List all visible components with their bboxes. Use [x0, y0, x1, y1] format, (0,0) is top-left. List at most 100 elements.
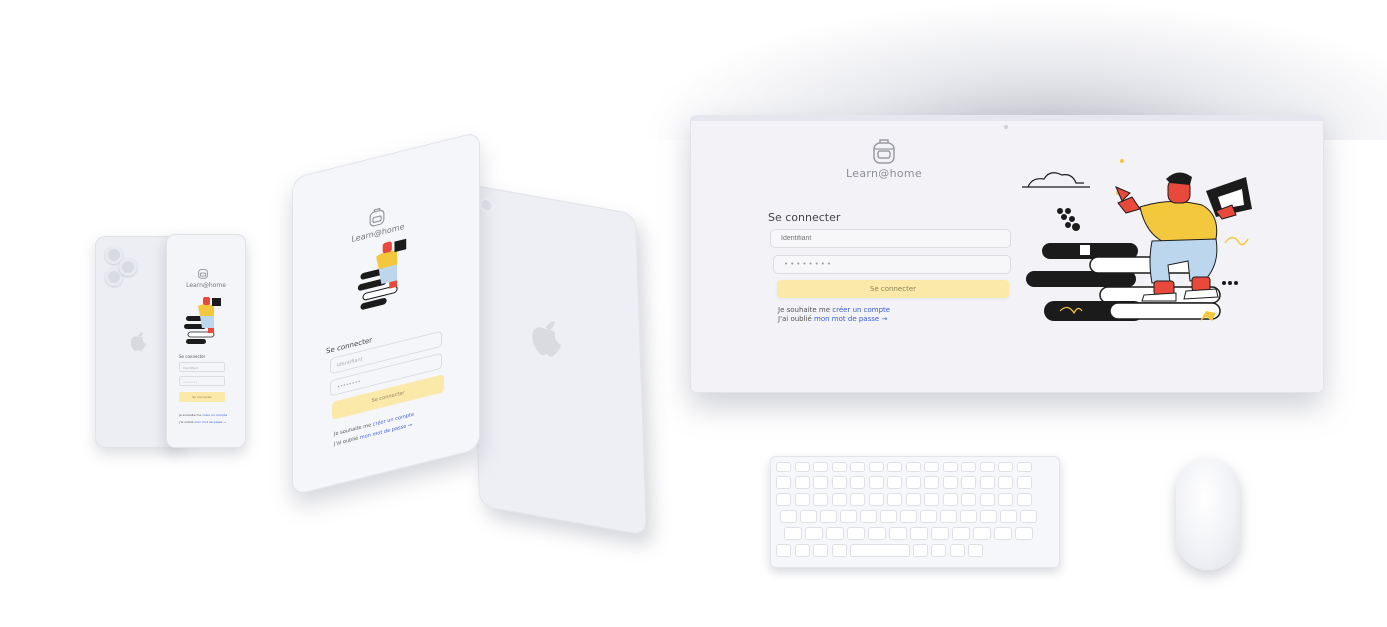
keyboard-key[interactable]	[905, 476, 921, 489]
keyboard-key[interactable]	[942, 476, 958, 489]
keyboard-key[interactable]	[979, 476, 995, 489]
keyboard-key[interactable]	[887, 476, 902, 489]
keyboard-key[interactable]	[776, 462, 791, 472]
keyboard-key[interactable]	[880, 510, 897, 523]
keyboard-key[interactable]	[776, 476, 791, 489]
keyboard-key[interactable]	[868, 493, 884, 506]
keyboard-key[interactable]	[805, 527, 823, 540]
keyboard-key[interactable]	[998, 493, 1013, 506]
login-title: Se connecter	[179, 354, 206, 359]
keyboard-key[interactable]	[961, 476, 976, 489]
backpack-icon	[198, 269, 208, 279]
keyboard-key[interactable]	[1016, 476, 1032, 489]
reading-character-illustration	[184, 297, 221, 344]
keyboard-key[interactable]	[910, 527, 928, 540]
username-input[interactable]	[770, 229, 1011, 248]
backpack-icon	[873, 139, 895, 164]
keyboard-key[interactable]	[776, 544, 791, 557]
keyboard-key[interactable]	[780, 510, 797, 523]
password-input[interactable]: ••••••••	[773, 255, 1011, 274]
keyboard-key[interactable]	[850, 493, 865, 506]
signup-prefix: Je souhaite me	[179, 413, 202, 417]
arrow-right-icon: →	[407, 422, 413, 430]
keyboard-key[interactable]	[820, 510, 837, 523]
phone-screen: Learn@home Se connecter Identifiant ••••…	[166, 234, 246, 448]
keyboard-key[interactable]	[1016, 462, 1032, 472]
keyboard-key[interactable]	[924, 476, 939, 489]
apple-logo-icon	[532, 321, 562, 357]
keyboard-key[interactable]	[831, 544, 847, 557]
brand-name: Learn@home	[186, 282, 226, 289]
keyboard-key[interactable]	[813, 476, 828, 489]
keyboard-key[interactable]	[1015, 527, 1033, 540]
keyboard-key[interactable]	[868, 462, 884, 472]
keyboard-key[interactable]	[850, 462, 865, 472]
login-button[interactable]: Se connecter	[777, 280, 1009, 298]
login-links: Je souhaite me créer un compte J'ai oubl…	[778, 306, 890, 324]
keyboard-key[interactable]	[887, 462, 902, 472]
keyboard-key[interactable]	[994, 527, 1012, 540]
keyboard	[770, 456, 1060, 568]
keyboard-key[interactable]	[794, 544, 810, 557]
keyboard-key[interactable]	[813, 493, 828, 506]
keyboard-key[interactable]	[813, 544, 828, 557]
keyboard-key[interactable]	[831, 476, 847, 489]
keyboard-key[interactable]	[784, 527, 802, 540]
keyboard-key[interactable]	[924, 493, 939, 506]
forgot-password-link[interactable]: mon mot de passe	[814, 315, 879, 323]
keyboard-key[interactable]	[900, 510, 917, 523]
forgot-password-link[interactable]: mon mot de passe	[194, 420, 222, 424]
keyboard-key[interactable]	[942, 462, 958, 472]
reading-character-illustration	[357, 238, 407, 310]
keyboard-key[interactable]	[924, 462, 939, 472]
keyboard-key[interactable]	[920, 510, 937, 523]
keyboard-key[interactable]	[961, 462, 976, 472]
keyboard-key[interactable]	[998, 462, 1013, 472]
tablet-screen: Learn@home Se connecter Identifiant ••••…	[292, 131, 480, 496]
keyboard-key[interactable]	[800, 510, 817, 523]
keyboard-key[interactable]	[1016, 493, 1032, 506]
keyboard-key[interactable]	[979, 462, 995, 472]
keyboard-key[interactable]	[794, 493, 810, 506]
keyboard-key[interactable]	[860, 510, 877, 523]
password-input[interactable]: ••••••••	[179, 376, 225, 386]
keyboard-key[interactable]	[794, 476, 810, 489]
keyboard-key[interactable]	[794, 462, 810, 472]
keyboard-key[interactable]	[1020, 510, 1037, 523]
keyboard-key[interactable]	[942, 493, 958, 506]
keyboard-key[interactable]	[960, 510, 977, 523]
keyboard-key[interactable]	[826, 527, 844, 540]
keyboard-key[interactable]	[889, 527, 907, 540]
login-button[interactable]: Se connecter	[179, 392, 225, 402]
signup-link[interactable]: créer un compte	[202, 413, 227, 417]
keyboard-key[interactable]	[776, 493, 791, 506]
keyboard-key[interactable]	[905, 493, 921, 506]
keyboard-key[interactable]	[968, 544, 983, 557]
keyboard-key[interactable]	[847, 527, 865, 540]
username-input[interactable]: Identifiant	[179, 362, 225, 372]
keyboard-key[interactable]	[1000, 510, 1017, 523]
signup-link[interactable]: créer un compte	[832, 306, 890, 314]
keyboard-key[interactable]	[949, 544, 965, 557]
keyboard-key[interactable]	[813, 462, 828, 472]
keyboard-key[interactable]	[905, 462, 921, 472]
keyboard-key[interactable]	[931, 527, 949, 540]
keyboard-key[interactable]	[840, 510, 857, 523]
keyboard-key[interactable]	[868, 527, 886, 540]
keyboard-key[interactable]	[850, 544, 910, 557]
keyboard-key[interactable]	[980, 510, 997, 523]
monitor-camera	[1004, 125, 1008, 129]
keyboard-key[interactable]	[961, 493, 976, 506]
keyboard-key[interactable]	[831, 462, 847, 472]
keyboard-key[interactable]	[931, 544, 946, 557]
keyboard-key[interactable]	[979, 493, 995, 506]
keyboard-key[interactable]	[973, 527, 991, 540]
keyboard-key[interactable]	[887, 493, 902, 506]
keyboard-key[interactable]	[868, 476, 884, 489]
keyboard-key[interactable]	[940, 510, 957, 523]
keyboard-key[interactable]	[952, 527, 970, 540]
keyboard-key[interactable]	[850, 476, 865, 489]
keyboard-key[interactable]	[912, 544, 928, 557]
keyboard-key[interactable]	[998, 476, 1013, 489]
keyboard-key[interactable]	[831, 493, 847, 506]
